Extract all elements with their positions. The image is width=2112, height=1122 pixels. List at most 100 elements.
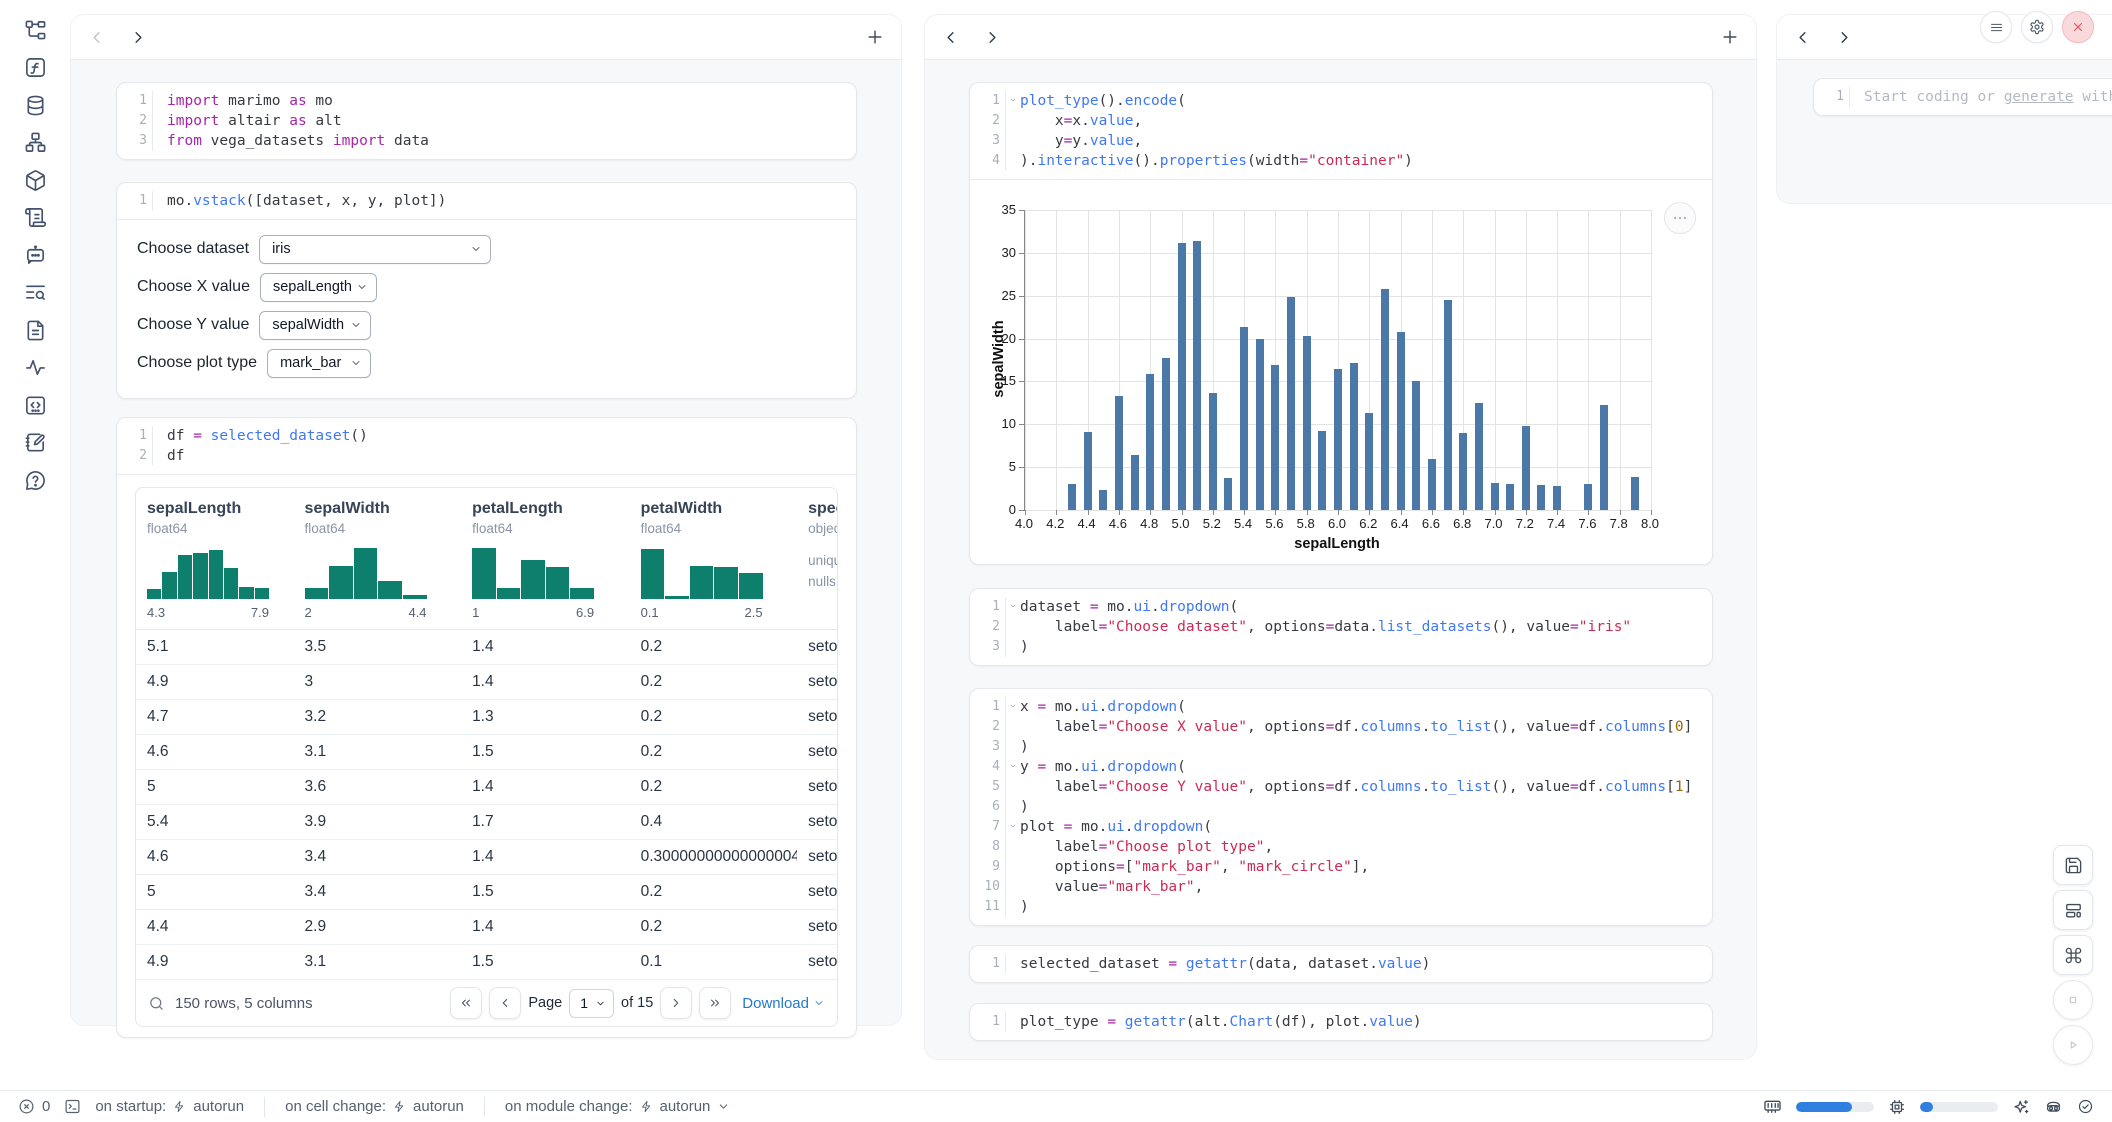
code-editor[interactable]: 1plot_type = getattr(alt.Chart(df), plot… (970, 1004, 1712, 1040)
page-count-label: of 15 (621, 995, 653, 1011)
stop-button[interactable] (2053, 980, 2093, 1020)
code-editor[interactable]: 1dataset = mo.ui.dropdown(2 label="Choos… (970, 589, 1712, 665)
function-square-icon[interactable] (23, 56, 47, 80)
code-editor[interactable]: 1selected_dataset = getattr(data, datase… (970, 946, 1712, 982)
snippets-icon[interactable] (23, 206, 47, 230)
code-editor[interactable]: 1df = selected_dataset()2df (117, 418, 856, 475)
chart-bar (1631, 477, 1639, 510)
ai-assistant-icon[interactable] (2012, 1098, 2030, 1116)
chat-icon[interactable] (23, 243, 47, 267)
error-indicator[interactable]: 0 (18, 1098, 50, 1115)
table-row[interactable]: 4.42.91.40.2setos (136, 910, 837, 945)
page-select[interactable]: 1 (569, 989, 614, 1018)
on-startup-setting[interactable]: on startup: autorun (95, 1098, 244, 1115)
help-icon[interactable] (23, 468, 47, 492)
table-column-header[interactable]: petalLengthfloat6416.9 (461, 500, 630, 629)
table-row[interactable]: 5.43.91.70.4setos (136, 805, 837, 840)
dropdown-select[interactable]: iris (259, 235, 491, 264)
tracing-icon[interactable] (23, 356, 47, 380)
cell-xy-dropdowns[interactable]: 1x = mo.ui.dropdown(2 label="Choose X va… (969, 688, 1713, 926)
table-row[interactable]: 53.61.40.2setos (136, 770, 837, 805)
next-page-button[interactable] (660, 987, 692, 1019)
code-editor[interactable]: 1mo.vstack([dataset, x, y, plot]) (117, 183, 856, 220)
table-column-header[interactable]: petalWidthfloat640.12.5 (630, 500, 798, 629)
table-column-header[interactable]: speciobjecuniqunulls: (797, 500, 837, 629)
dropdown-select[interactable]: sepalLength (260, 273, 377, 302)
settings-button[interactable] (2021, 11, 2053, 43)
table-row[interactable]: 4.63.41.40.30000000000000004setos (136, 840, 837, 875)
cell-imports[interactable]: 1import marimo as mo2import altair as al… (116, 82, 857, 160)
copilot-icon[interactable] (2044, 1097, 2063, 1116)
code-editor[interactable]: 1 Start coding or generate with (1814, 79, 2112, 115)
dropdown-label: Choose plot type (137, 354, 257, 372)
column-prev-button[interactable] (1793, 28, 1835, 47)
column-prev-button[interactable] (941, 28, 983, 47)
dropdown-select[interactable]: sepalWidth (259, 311, 371, 340)
on-cell-change-setting[interactable]: on cell change: autorun (285, 1098, 464, 1115)
cell-selected-dataset[interactable]: 1selected_dataset = getattr(data, datase… (969, 945, 1713, 983)
generate-link[interactable]: generate (2004, 89, 2074, 105)
cell-dataset-dropdown[interactable]: 1dataset = mo.ui.dropdown(2 label="Choos… (969, 588, 1713, 666)
new-cell[interactable]: 1 Start coding or generate with (1813, 78, 2112, 116)
table-column-header[interactable]: sepalWidthfloat6424.4 (294, 500, 462, 629)
chart-bar (1084, 432, 1092, 510)
scratchpad-icon[interactable] (23, 393, 47, 417)
prev-page-button[interactable] (489, 987, 521, 1019)
table-row[interactable]: 4.63.11.50.2setos (136, 735, 837, 770)
chart-bar (1209, 393, 1217, 510)
table-column-header[interactable]: sepalLengthfloat644.37.9 (136, 500, 294, 629)
table-row[interactable]: 4.73.21.30.2setos (136, 700, 837, 735)
notes-icon[interactable] (23, 431, 47, 455)
column-prev-button[interactable] (87, 28, 129, 47)
documentation-icon[interactable] (23, 318, 47, 342)
cell-plot-type[interactable]: 1plot_type = getattr(alt.Chart(df), plot… (969, 1003, 1713, 1041)
table-row[interactable]: 4.93.11.50.1setos (136, 945, 837, 980)
chevron-down-icon (356, 281, 368, 293)
save-button[interactable] (2053, 845, 2093, 885)
column-next-button[interactable] (129, 28, 171, 47)
cell-plot[interactable]: 1plot_type().encode(2 x=x.value,3 y=y.va… (969, 82, 1713, 565)
add-cell-button[interactable] (1720, 27, 1740, 47)
status-bar: 0 on startup: autorun on cell change: au… (0, 1090, 2112, 1122)
layout-button[interactable] (2053, 890, 2093, 930)
column-next-button[interactable] (1835, 28, 1877, 47)
search-icon[interactable] (148, 995, 165, 1012)
download-button[interactable]: Download (742, 995, 825, 1012)
menu-button[interactable] (1980, 11, 2012, 43)
table-row[interactable]: 5.13.51.40.2setos (136, 630, 837, 665)
table-row[interactable]: 53.41.50.2setos (136, 875, 837, 910)
connection-status-icon[interactable] (2077, 1098, 2094, 1115)
chart-bar (1193, 241, 1201, 510)
cell-dataframe[interactable]: 1df = selected_dataset()2df sepalLengthf… (116, 417, 857, 1038)
shortcuts-button[interactable] (2053, 935, 2093, 975)
code-editor[interactable]: 1x = mo.ui.dropdown(2 label="Choose X va… (970, 689, 1712, 925)
logs-icon[interactable] (23, 281, 47, 305)
y-axis-title: sepalWidth (991, 309, 1007, 409)
chart-menu-button[interactable] (1664, 202, 1696, 234)
terminal-icon[interactable] (64, 1098, 81, 1115)
chart-bar (1412, 381, 1420, 510)
editor-placeholder[interactable]: Start coding or generate with (1850, 87, 2112, 107)
file-tree-icon[interactable] (23, 18, 47, 42)
notebook-column-1: 1import marimo as mo2import altair as al… (70, 14, 902, 1026)
table-row[interactable]: 4.931.40.2setos (136, 665, 837, 700)
database-icon[interactable] (23, 93, 47, 117)
run-button[interactable] (2053, 1025, 2093, 1065)
column-next-button[interactable] (983, 28, 1025, 47)
shutdown-button[interactable] (2062, 11, 2094, 43)
dropdown-control: Choose X valuesepalLength (137, 272, 856, 302)
plot-area[interactable] (1024, 210, 1651, 511)
code-editor[interactable]: 1import marimo as mo2import altair as al… (117, 83, 856, 159)
dropdown-control: Choose datasetiris (137, 234, 856, 264)
dropdown-select[interactable]: mark_bar (267, 349, 371, 378)
package-icon[interactable] (23, 168, 47, 192)
dependencies-icon[interactable] (23, 131, 47, 155)
first-page-button[interactable] (450, 987, 482, 1019)
code-editor[interactable]: 1plot_type().encode(2 x=x.value,3 y=y.va… (970, 83, 1712, 180)
cell-vstack[interactable]: 1mo.vstack([dataset, x, y, plot]) Choose… (116, 182, 857, 399)
chevron-down-icon (350, 357, 362, 369)
add-cell-button[interactable] (865, 27, 885, 47)
last-page-button[interactable] (699, 987, 731, 1019)
sidebar (0, 0, 70, 1106)
on-module-change-setting[interactable]: on module change: autorun (505, 1098, 730, 1115)
